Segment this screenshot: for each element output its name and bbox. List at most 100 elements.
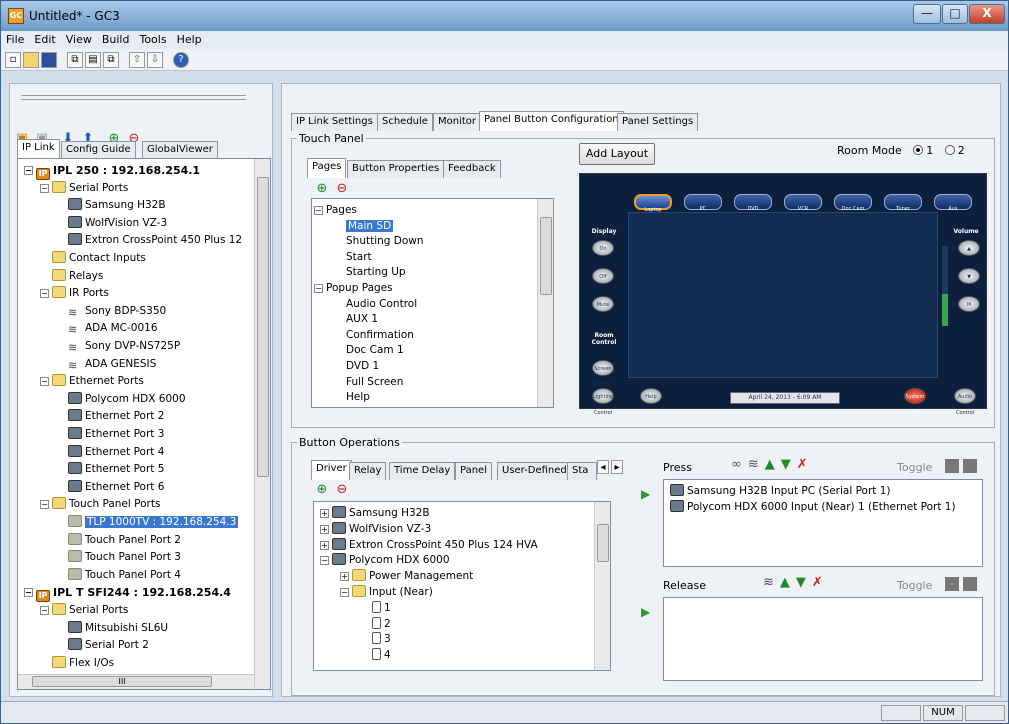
- collapse-icon[interactable]: −: [40, 500, 49, 510]
- minimize-button[interactable]: —: [913, 4, 941, 24]
- tab-schedule[interactable]: Schedule: [377, 113, 433, 131]
- move-up-icon[interactable]: ▲: [780, 575, 796, 590]
- tree-item[interactable]: Ethernet Port 3: [68, 427, 164, 442]
- subtab-driver[interactable]: Driver: [311, 460, 352, 480]
- panel-source-button[interactable]: PC: [684, 194, 722, 212]
- tree-item[interactable]: Polycom HDX 6000: [68, 391, 186, 407]
- vertical-scrollbar[interactable]: [537, 199, 553, 407]
- tab-scroll-right-icon[interactable]: ▸: [611, 460, 623, 474]
- press-item[interactable]: Samsung H32B Input PC (Serial Port 1): [670, 484, 891, 499]
- panel-source-button[interactable]: DVD: [734, 194, 772, 212]
- new-icon[interactable]: ▫: [5, 52, 21, 68]
- panel-source-button[interactable]: Tuner: [884, 194, 922, 212]
- tab-panel-button-configuration[interactable]: Panel Button Configuration: [479, 111, 624, 131]
- tree-item[interactable]: − IP IPL 250 : 192.168.254.1: [24, 163, 200, 180]
- tree-item[interactable]: Samsung H32B: [68, 198, 166, 213]
- tree-item[interactable]: Flex I/Os: [52, 655, 114, 671]
- move-up-icon[interactable]: ▲: [765, 457, 781, 472]
- pages-tree[interactable]: − Pages Main SD Shutting Down Start Starting …: [311, 198, 554, 408]
- panel-lighting-control-button[interactable]: Lighting Control: [592, 388, 614, 416]
- paste-icon[interactable]: ▤: [85, 52, 101, 68]
- panel-off-button[interactable]: Off: [592, 268, 614, 284]
- tree-item[interactable]: Ethernet Port 5: [68, 462, 164, 477]
- panel-help-button[interactable]: Help: [640, 388, 662, 404]
- collapse-icon[interactable]: −: [24, 588, 33, 598]
- tree-item[interactable]: 1: [372, 600, 391, 616]
- delete-icon[interactable]: ✗: [797, 457, 814, 472]
- subtab-feedback[interactable]: Feedback: [443, 160, 501, 178]
- add-to-press-arrow-icon[interactable]: ▶: [641, 487, 650, 501]
- tree-item[interactable]: Serial Port 2: [68, 638, 149, 653]
- scrollbar-thumb[interactable]: III: [32, 676, 212, 687]
- collapse-icon[interactable]: −: [40, 377, 49, 387]
- expand-icon[interactable]: +: [320, 540, 329, 550]
- tree-item[interactable]: Main SD: [346, 219, 394, 234]
- collapse-icon[interactable]: −: [340, 588, 349, 597]
- menu-view[interactable]: View: [61, 31, 97, 48]
- tree-item[interactable]: Touch Panel Port 4: [68, 567, 181, 583]
- open-icon[interactable]: [23, 52, 39, 68]
- tree-item[interactable]: − Touch Panel Ports: [40, 497, 160, 512]
- release-toggle-icon-a[interactable]: [945, 577, 959, 591]
- title-bar[interactable]: GC Untitled* - GC3 — □ X: [1, 1, 1008, 31]
- link-icon[interactable]: ∞: [731, 457, 748, 472]
- tree-item[interactable]: WolfVision VZ-3: [68, 215, 167, 231]
- subtab-button-properties[interactable]: Button Properties: [347, 160, 445, 178]
- tree-item[interactable]: ≋ ADA MC-0016: [68, 321, 158, 336]
- tree-item[interactable]: 3: [372, 632, 391, 647]
- subtab-time-delay[interactable]: Time Delay: [389, 462, 456, 480]
- tab-monitor[interactable]: Monitor: [433, 113, 482, 131]
- remove-driver-icon[interactable]: ⊖: [333, 481, 351, 499]
- collapse-icon[interactable]: −: [40, 183, 49, 193]
- tree-item[interactable]: − Serial Ports: [40, 180, 128, 196]
- tree-item[interactable]: − IR Ports: [40, 286, 109, 301]
- tab-panel-settings[interactable]: Panel Settings: [617, 113, 699, 131]
- close-button[interactable]: X: [969, 4, 1005, 24]
- panel-source-button[interactable]: Laptop: [634, 194, 672, 213]
- tree-item[interactable]: + Samsung H32B: [320, 506, 430, 521]
- add-page-icon[interactable]: ⊕: [313, 180, 331, 198]
- scrollbar-thumb[interactable]: [257, 177, 269, 477]
- expand-icon[interactable]: +: [320, 524, 329, 534]
- press-toggle-icon-b[interactable]: [963, 459, 977, 473]
- tree-item[interactable]: + Power Management: [340, 569, 473, 584]
- tree-item[interactable]: ≋ Sony BDP-S350: [68, 304, 166, 319]
- room-mode-2-radio[interactable]: [944, 145, 955, 155]
- menu-tools[interactable]: Tools: [134, 31, 171, 48]
- tree-item[interactable]: 4: [372, 648, 391, 663]
- subtab-relay[interactable]: Relay: [349, 462, 387, 480]
- tree-item[interactable]: Mitsubishi SL6U: [68, 620, 168, 636]
- tree-item[interactable]: − IP IPL T SFI244 : 192.168.254.4: [24, 585, 231, 603]
- collapse-icon[interactable]: −: [24, 166, 33, 175]
- tree-item[interactable]: Starting Up: [346, 265, 406, 280]
- touch-panel-preview[interactable]: Display On Off Mute Room Control Screen …: [579, 173, 987, 416]
- tree-item[interactable]: Full Screen: [346, 375, 403, 390]
- tree-item[interactable]: Ethernet Port 4: [68, 444, 164, 460]
- tab-ip-link[interactable]: IP Link: [17, 139, 60, 159]
- menu-edit[interactable]: Edit: [29, 31, 60, 48]
- upload-icon[interactable]: ⇧: [129, 52, 145, 68]
- collapse-icon[interactable]: −: [40, 289, 49, 299]
- subtab-pages[interactable]: Pages: [307, 158, 347, 178]
- tree-item[interactable]: Touch Panel Port 3: [68, 550, 181, 565]
- panel-volume-mute-button[interactable]: M: [958, 296, 980, 312]
- add-layout-button[interactable]: Add Layout: [579, 143, 655, 165]
- ip-link-tree[interactable]: − IP IPL 250 : 192.168.254.1− Serial Ports S…: [17, 158, 271, 690]
- add-to-release-arrow-icon[interactable]: ▶: [641, 605, 650, 619]
- tree-item[interactable]: DVD 1: [346, 359, 379, 374]
- panel-system-off-button[interactable]: System Off: [904, 388, 926, 416]
- tree-item[interactable]: Start: [346, 250, 372, 265]
- help-icon[interactable]: ?: [173, 52, 189, 68]
- menu-file[interactable]: File: [1, 31, 29, 48]
- tree-item[interactable]: TLP 1000TV : 192.168.254.3: [68, 515, 239, 530]
- tree-item[interactable]: Touch Panel Port 2: [68, 532, 181, 548]
- tab-globalviewer[interactable]: GlobalViewer: [142, 141, 218, 159]
- panel-source-button[interactable]: VCR: [784, 194, 822, 212]
- panel-source-button[interactable]: Aux: [934, 194, 972, 212]
- download-icon[interactable]: ⇩: [147, 52, 163, 68]
- delete-icon[interactable]: ✗: [812, 575, 829, 590]
- scrollbar-thumb[interactable]: [540, 217, 552, 295]
- driver-tree[interactable]: + Samsung H32B + WolfVision VZ-3 + Extron Cro…: [313, 501, 611, 671]
- collapse-icon[interactable]: −: [314, 206, 323, 215]
- tree-item[interactable]: Ethernet Port 6: [68, 479, 164, 495]
